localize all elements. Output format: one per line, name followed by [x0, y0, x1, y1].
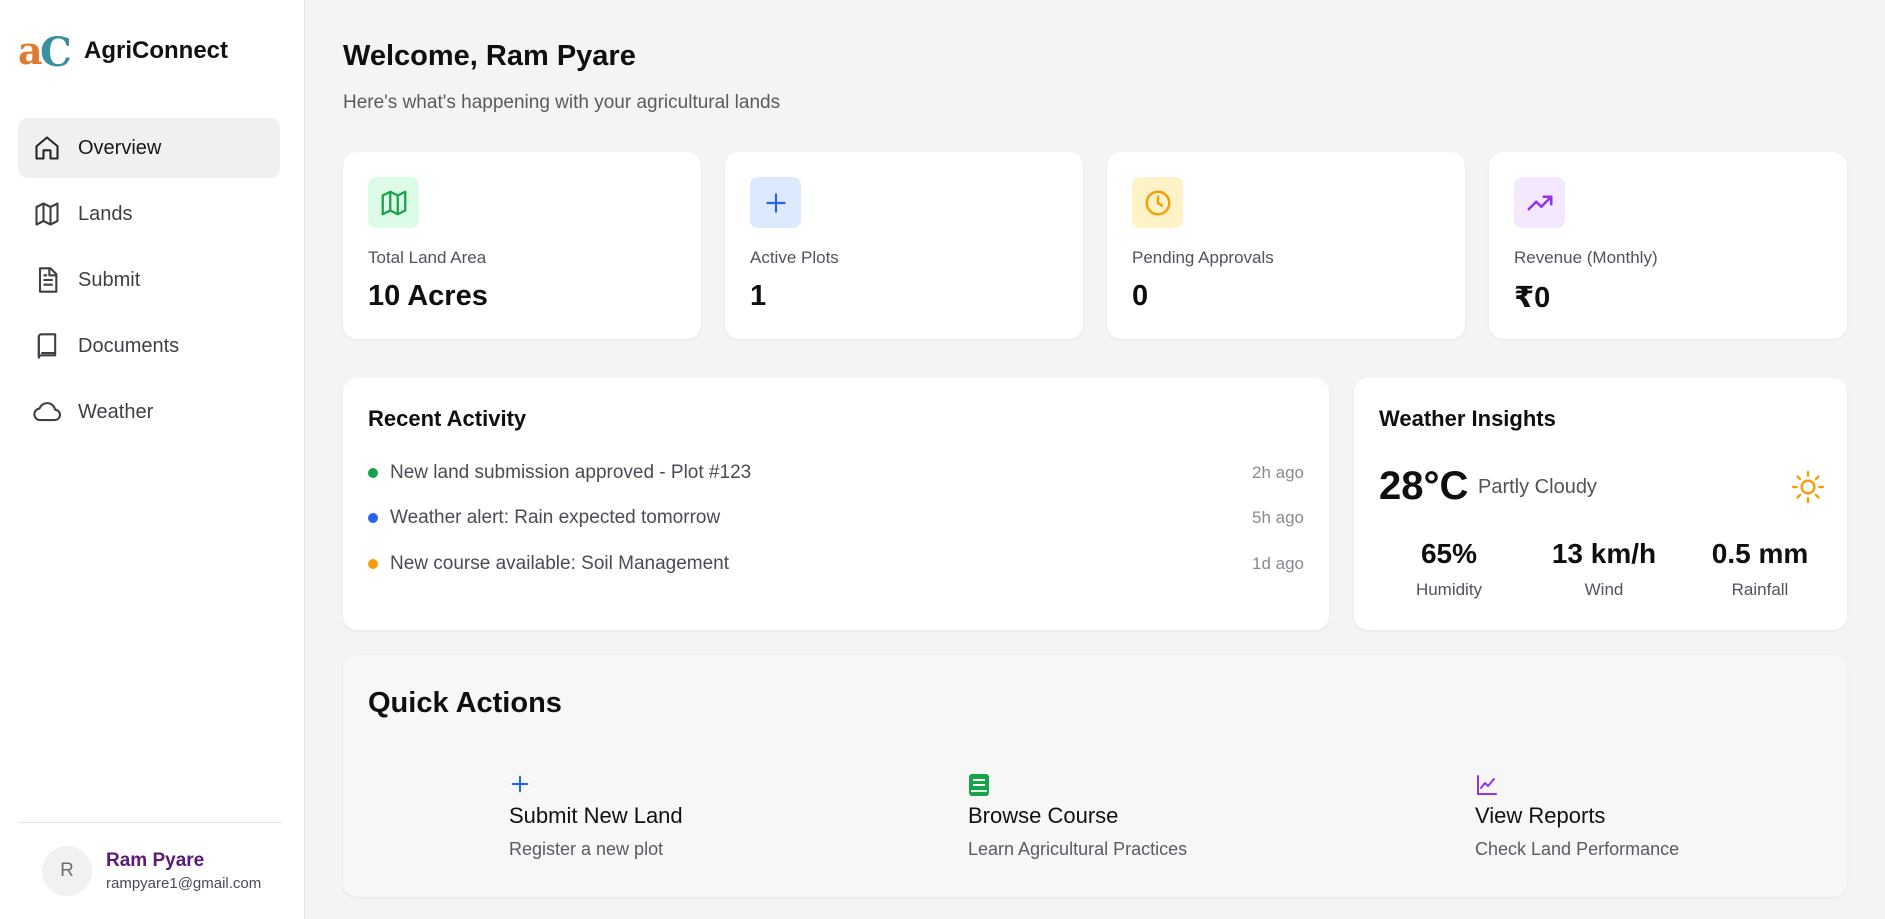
map-icon [32, 199, 62, 229]
wind-label: Wind [1584, 580, 1624, 599]
rainfall-stat: 0.5 mm Rainfall [1685, 538, 1835, 600]
stat-card-pending-approvals: Pending Approvals 0 [1107, 152, 1465, 339]
clock-icon [1132, 177, 1183, 228]
avatar: R [42, 846, 92, 896]
page-subtitle: Here's what's happening with your agricu… [343, 92, 781, 113]
activity-time: 5h ago [1252, 508, 1304, 527]
stat-label: Revenue (Monthly) [1514, 248, 1658, 267]
document-icon [32, 265, 62, 295]
humidity-label: Humidity [1415, 580, 1483, 599]
sidebar-nav: Overview Lands Submit Documents Weather [18, 118, 280, 448]
weather-insights-title: Weather Insights [1379, 406, 1556, 431]
humidity-value: 65% [1420, 538, 1478, 569]
brand-name: AgriConnect [84, 37, 228, 64]
quick-actions-title: Quick Actions [368, 687, 562, 719]
plus-icon [750, 177, 801, 228]
recent-activity-title: Recent Activity [368, 406, 527, 431]
recent-activity-panel: Recent Activity New land submission appr… [343, 378, 1329, 630]
sidebar-item-label: Weather [78, 400, 154, 423]
sidebar-item-submit[interactable]: Submit [18, 250, 280, 310]
stat-label: Total Land Area [368, 248, 487, 267]
activity-item[interactable]: Weather alert: Rain expected tomorrow 5h… [368, 503, 1304, 533]
plus-icon [509, 773, 533, 797]
stat-value: ₹0 [1514, 282, 1551, 314]
rainfall-label: Rainfall [1731, 580, 1789, 599]
rainfall-value: 0.5 mm [1711, 538, 1809, 569]
sidebar-item-lands[interactable]: Lands [18, 184, 280, 244]
agriconnect-logo-icon: a C [18, 30, 74, 72]
sidebar: a C AgriConnect Overview Lands Submit Do… [0, 0, 305, 919]
submit-new-land-action[interactable]: Submit New Land Register a new plot [509, 773, 683, 860]
temperature-value: 28°C [1379, 464, 1469, 508]
cloud-icon [32, 397, 62, 427]
action-description: Learn Agricultural Practices [968, 839, 1188, 859]
sidebar-divider [18, 822, 282, 823]
action-description: Check Land Performance [1475, 839, 1680, 859]
sidebar-item-label: Documents [78, 334, 180, 357]
sun-icon [1791, 470, 1825, 504]
stat-card-revenue: Revenue (Monthly) ₹0 [1489, 152, 1847, 339]
map-icon [368, 177, 419, 228]
sidebar-item-label: Overview [78, 136, 162, 159]
sidebar-item-overview[interactable]: Overview [18, 118, 280, 178]
book-icon [32, 331, 62, 361]
book-icon [968, 773, 992, 797]
stat-card-active-plots: Active Plots 1 [725, 152, 1083, 339]
wind-stat: 13 km/h Wind [1529, 538, 1679, 600]
weather-insights-panel: Weather Insights 28°C Partly Cloudy 65% … [1354, 378, 1847, 630]
status-dot-icon [368, 468, 378, 478]
stat-value: 0 [1132, 280, 1149, 312]
status-dot-icon [368, 559, 378, 569]
activity-item[interactable]: New course available: Soil Management 1d… [368, 549, 1304, 579]
weather-condition: Partly Cloudy [1478, 476, 1597, 498]
sidebar-item-documents[interactable]: Documents [18, 316, 280, 376]
status-dot-icon [368, 513, 378, 523]
quick-actions-panel: Quick Actions Submit New Land Register a… [343, 655, 1847, 897]
activity-text: New course available: Soil Management [390, 553, 730, 574]
humidity-stat: 65% Humidity [1374, 538, 1524, 600]
stat-value: 10 Acres [368, 280, 488, 312]
sidebar-item-label: Lands [78, 202, 133, 225]
activity-item[interactable]: New land submission approved - Plot #123… [368, 458, 1304, 488]
sidebar-item-label: Submit [78, 268, 141, 291]
svg-text:a: a [18, 30, 43, 72]
trending-up-icon [1514, 177, 1565, 228]
activity-time: 1d ago [1252, 554, 1304, 573]
stat-label: Active Plots [750, 248, 839, 267]
view-reports-action[interactable]: View Reports Check Land Performance [1475, 773, 1679, 860]
activity-text: Weather alert: Rain expected tomorrow [390, 507, 721, 528]
page-title: Welcome, Ram Pyare [343, 40, 636, 72]
action-title: Submit New Land [509, 803, 683, 828]
action-title: Browse Course [968, 803, 1119, 828]
activity-time: 2h ago [1252, 463, 1304, 482]
wind-value: 13 km/h [1551, 538, 1657, 569]
sidebar-item-weather[interactable]: Weather [18, 382, 280, 442]
action-description: Register a new plot [509, 839, 664, 859]
stat-label: Pending Approvals [1132, 248, 1274, 267]
user-name: Ram Pyare [106, 850, 205, 871]
activity-text: New land submission approved - Plot #123 [390, 462, 752, 483]
user-profile[interactable]: R Ram Pyare rampyare1@gmail.com [42, 846, 261, 896]
home-icon [32, 133, 62, 163]
browse-course-action[interactable]: Browse Course Learn Agricultural Practic… [968, 773, 1187, 860]
stat-card-total-land: Total Land Area 10 Acres [343, 152, 701, 339]
stat-value: 1 [750, 280, 767, 312]
chart-line-icon [1475, 773, 1499, 797]
action-title: View Reports [1475, 803, 1606, 828]
svg-text:C: C [40, 30, 72, 72]
brand[interactable]: a C AgriConnect [18, 30, 228, 72]
user-email: rampyare1@gmail.com [106, 875, 262, 892]
